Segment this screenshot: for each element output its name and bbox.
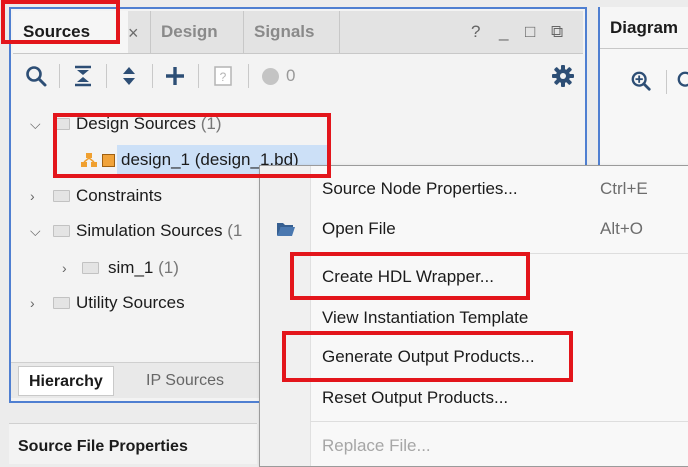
add-sources-icon[interactable]: [163, 64, 187, 88]
tab-hierarchy[interactable]: Hierarchy: [18, 366, 114, 396]
properties-icon[interactable]: ?: [211, 64, 235, 88]
tab-design[interactable]: Design: [150, 11, 244, 53]
close-icon[interactable]: ×: [128, 24, 150, 42]
float-window-icon[interactable]: ⧉: [551, 23, 563, 41]
gear-icon[interactable]: [551, 64, 575, 88]
highlight-box-generate-output-products: [282, 331, 573, 382]
menu-item-reset-output-products[interactable]: Reset Output Products...: [260, 379, 688, 417]
menu-item-open-file[interactable]: Open File Alt+O: [260, 210, 688, 248]
menu-item-label: Replace File...: [322, 436, 431, 455]
highlight-box-sources-tab: [1, 0, 120, 44]
menu-separator: [310, 421, 688, 422]
chevron-right-icon[interactable]: ›: [30, 189, 44, 203]
chevron-down-icon[interactable]: ⌵: [30, 117, 44, 131]
menu-item-shortcut: Alt+O: [600, 219, 643, 238]
tree-item-label: Utility Sources: [76, 293, 185, 312]
status-count: 0: [286, 66, 296, 85]
search-icon[interactable]: [24, 64, 48, 88]
tab-signals[interactable]: Signals: [244, 11, 340, 53]
zoom-in-icon[interactable]: [630, 70, 652, 92]
chevron-right-icon[interactable]: ›: [30, 296, 44, 310]
minimize-icon[interactable]: _: [499, 23, 508, 41]
highlight-box-create-hdl-wrapper: [290, 252, 530, 300]
zoom-out-icon[interactable]: [676, 70, 688, 92]
collapse-all-icon[interactable]: [71, 64, 95, 88]
tree-item-label: Constraints: [76, 186, 162, 205]
highlight-box-design-sources: [53, 113, 331, 178]
tree-item-label: sim_1 (1): [108, 258, 179, 277]
chevron-right-icon[interactable]: ›: [62, 261, 76, 275]
folder-icon: [53, 297, 70, 309]
context-menu: Source Node Properties... Ctrl+E Open Fi…: [259, 165, 688, 467]
help-icon[interactable]: ?: [471, 23, 480, 41]
sources-toolbar: ? 0: [13, 54, 583, 100]
tab-ip-sources[interactable]: IP Sources: [136, 366, 234, 396]
tree-item-label: Simulation Sources (1: [76, 221, 243, 240]
expand-all-icon[interactable]: [117, 64, 141, 88]
open-folder-icon: [277, 223, 295, 236]
status-dot-icon: [262, 68, 279, 85]
maximize-icon[interactable]: □: [525, 23, 535, 41]
folder-icon: [82, 262, 99, 274]
tab-diagram[interactable]: Diagram: [600, 7, 688, 49]
chevron-down-icon[interactable]: ⌵: [30, 224, 44, 238]
folder-icon: [53, 190, 70, 202]
menu-item-replace-file[interactable]: Replace File...: [260, 427, 688, 465]
menu-item-shortcut: Ctrl+E: [600, 179, 648, 198]
menu-item-label: Source Node Properties...: [322, 179, 518, 198]
menu-item-label: Reset Output Products...: [322, 388, 509, 407]
folder-icon: [53, 225, 70, 237]
svg-text:?: ?: [220, 70, 227, 84]
menu-item-label: Open File: [322, 219, 396, 238]
source-file-properties-title: Source File Properties: [18, 438, 188, 455]
